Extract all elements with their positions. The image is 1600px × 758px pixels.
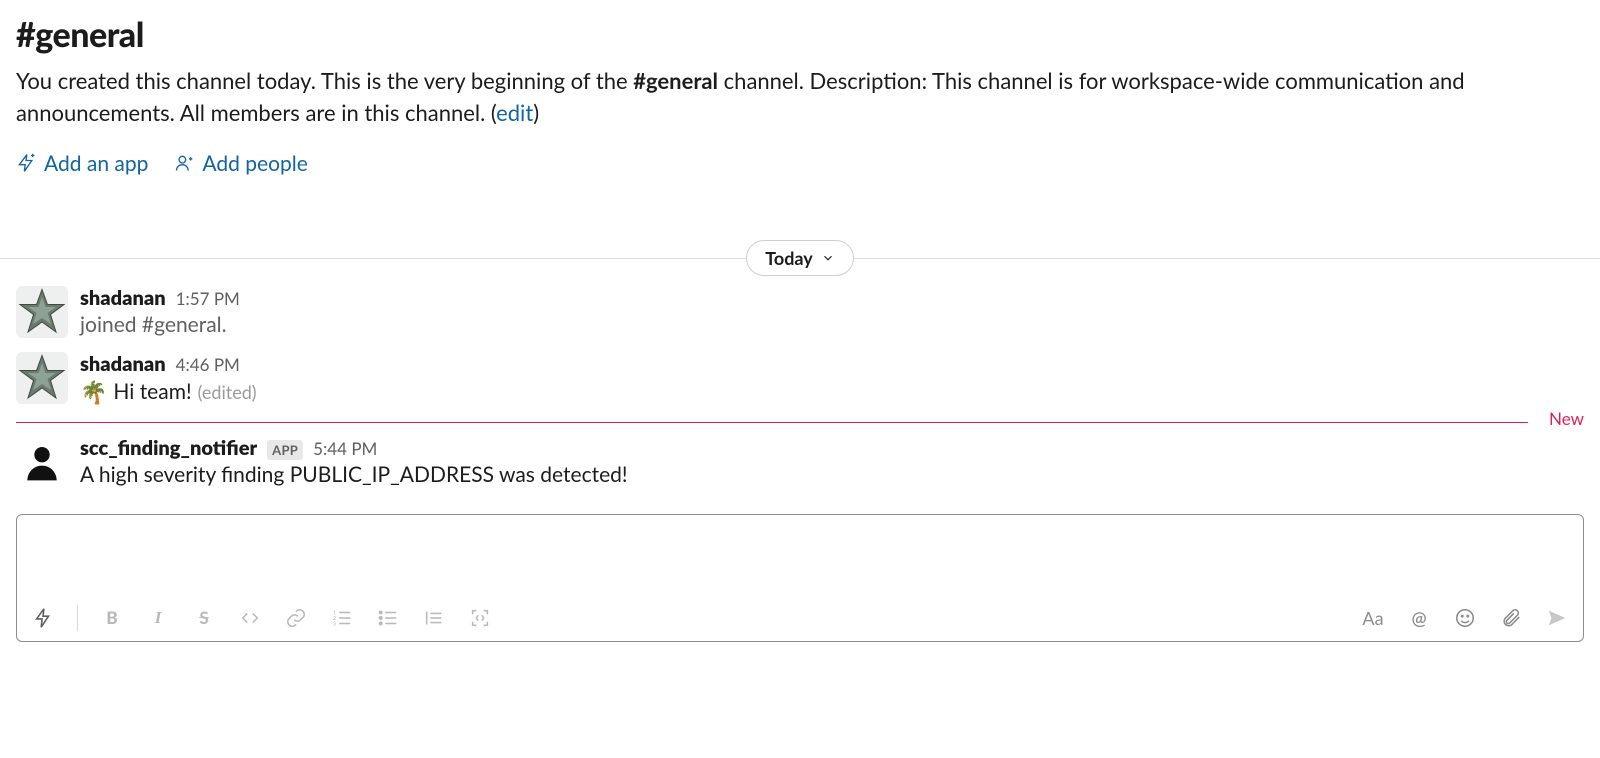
link-button[interactable]: [284, 606, 308, 630]
strikethrough-button[interactable]: S: [192, 606, 216, 630]
send-button[interactable]: [1545, 606, 1569, 630]
desc-text-prefix: You created this channel today. This is …: [16, 67, 633, 94]
new-divider-line: [16, 422, 1528, 423]
message-row: shadanan 1:57 PM joined #general.: [16, 280, 1584, 346]
message-list: shadanan 1:57 PM joined #general. shadan…: [0, 280, 1600, 496]
date-divider: Today: [0, 236, 1600, 280]
message-header: shadanan 4:46 PM: [80, 352, 1584, 376]
timestamp[interactable]: 1:57 PM: [176, 288, 240, 309]
code-block-button[interactable]: [468, 606, 492, 630]
svg-text:3: 3: [333, 621, 336, 627]
new-divider-label: New: [1539, 408, 1584, 429]
timestamp[interactable]: 4:46 PM: [176, 354, 240, 375]
composer-input[interactable]: [17, 515, 1583, 605]
avatar[interactable]: [16, 352, 68, 404]
message-text-content: A high severity finding PUBLIC_IP_ADDRES…: [80, 462, 628, 487]
avatar[interactable]: [16, 286, 68, 338]
silhouette-avatar-icon: [20, 440, 64, 484]
edited-label: (edited): [198, 381, 257, 403]
message-text: 🌴 Hi team! (edited): [80, 378, 1584, 406]
app-badge: APP: [267, 440, 303, 460]
ordered-list-button[interactable]: 123: [330, 606, 354, 630]
palm-tree-emoji: 🌴: [80, 378, 107, 406]
date-pill-button[interactable]: Today: [746, 240, 854, 276]
new-messages-divider: New: [0, 414, 1600, 430]
code-button[interactable]: [238, 606, 262, 630]
chevron-down-icon: [821, 251, 835, 265]
timestamp[interactable]: 5:44 PM: [313, 438, 377, 459]
message-text: joined #general.: [80, 312, 1584, 337]
ordered-list-icon: 123: [331, 607, 353, 629]
desc-channel-name: #general: [633, 67, 718, 94]
mention-button[interactable]: @: [1407, 606, 1431, 630]
toolbar-separator: [77, 605, 78, 631]
username[interactable]: shadanan: [80, 352, 166, 376]
lightning-icon: [32, 607, 54, 629]
code-icon: [239, 607, 261, 629]
message-body: shadanan 4:46 PM 🌴 Hi team! (edited): [80, 352, 1584, 406]
toolbar-left: B I S 123: [31, 605, 492, 631]
add-people-button[interactable]: Add people: [174, 151, 307, 176]
attach-button[interactable]: [1499, 606, 1523, 630]
person-plus-icon: [174, 153, 194, 173]
add-app-button[interactable]: Add an app: [16, 151, 148, 176]
smiley-icon: [1454, 607, 1476, 629]
channel-action-links: Add an app Add people: [16, 151, 1584, 176]
format-toggle-button[interactable]: Aa: [1361, 606, 1385, 630]
message-text-content: Hi team!: [113, 379, 191, 404]
italic-button[interactable]: I: [146, 606, 170, 630]
avatar[interactable]: [16, 436, 68, 488]
message-text-content: joined #general.: [80, 312, 227, 337]
message-row: shadanan 4:46 PM 🌴 Hi team! (edited): [16, 346, 1584, 414]
toolbar-right: Aa @: [1361, 606, 1569, 630]
channel-title: #general: [16, 14, 1584, 55]
desc-text-suffix: ): [533, 99, 539, 126]
bold-button[interactable]: B: [100, 606, 124, 630]
channel-description: You created this channel today. This is …: [16, 65, 1516, 129]
add-people-label: Add people: [202, 151, 307, 176]
star-avatar-icon: [17, 287, 67, 337]
username[interactable]: scc_finding_notifier: [80, 436, 257, 460]
lightning-plus-icon: [16, 153, 36, 173]
date-pill-label: Today: [765, 247, 813, 269]
composer-toolbar: B I S 123 Aa @: [17, 605, 1583, 641]
message-header: scc_finding_notifier APP 5:44 PM: [80, 436, 1584, 460]
message-body: scc_finding_notifier APP 5:44 PM A high …: [80, 436, 1584, 488]
username[interactable]: shadanan: [80, 286, 166, 310]
bullet-list-button[interactable]: [376, 606, 400, 630]
bullet-list-icon: [377, 607, 399, 629]
star-avatar-icon: [17, 353, 67, 403]
blockquote-button[interactable]: [422, 606, 446, 630]
code-block-icon: [469, 607, 491, 629]
add-app-label: Add an app: [44, 151, 148, 176]
shortcuts-button[interactable]: [31, 606, 55, 630]
message-body: shadanan 1:57 PM joined #general.: [80, 286, 1584, 338]
send-icon: [1546, 607, 1568, 629]
channel-header: #general You created this channel today.…: [0, 0, 1600, 184]
emoji-button[interactable]: [1453, 606, 1477, 630]
blockquote-icon: [423, 607, 445, 629]
message-text: A high severity finding PUBLIC_IP_ADDRES…: [80, 462, 1584, 487]
message-row: scc_finding_notifier APP 5:44 PM A high …: [16, 430, 1584, 496]
message-composer: B I S 123 Aa @: [16, 514, 1584, 642]
paperclip-icon: [1500, 607, 1522, 629]
edit-description-link[interactable]: edit: [496, 99, 533, 126]
message-header: shadanan 1:57 PM: [80, 286, 1584, 310]
link-icon: [285, 607, 307, 629]
